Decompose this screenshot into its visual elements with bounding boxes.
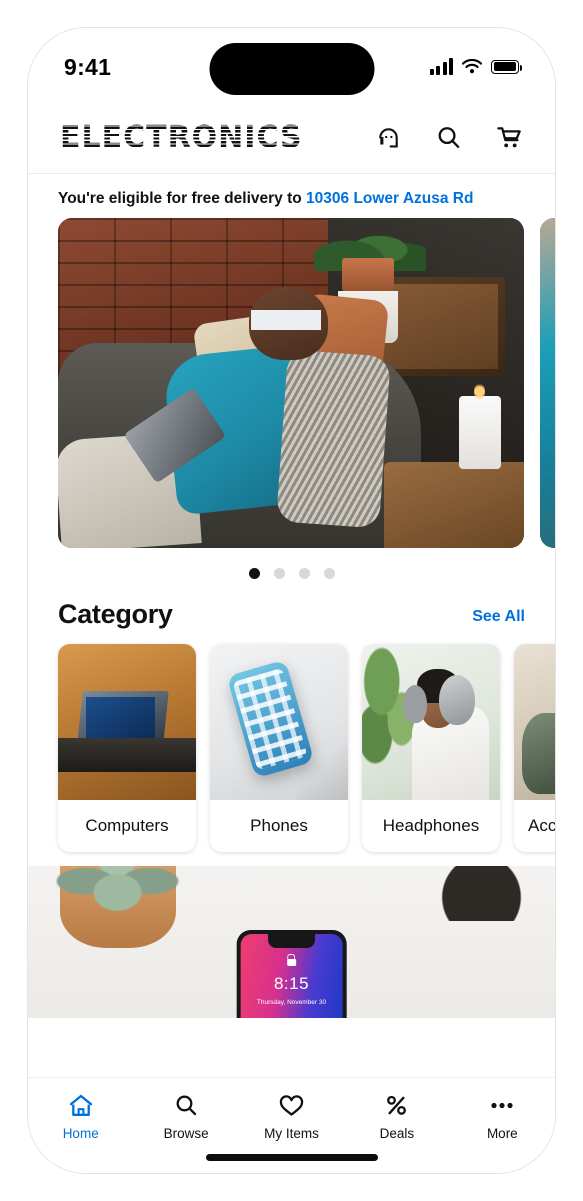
delivery-text: You're eligible for free delivery to [58,190,307,207]
promo-phone-screen: 8:15 Thursday, November 30 [240,933,343,1018]
tab-browse[interactable]: Browse [133,1092,238,1141]
tab-label: My Items [264,1126,319,1141]
search-icon [173,1092,199,1119]
category-card-accessories[interactable]: Accessories [514,644,555,852]
tab-label: Browse [163,1126,209,1141]
hero-slide-1[interactable] [58,218,524,548]
header-actions [373,123,523,153]
ellipsis-icon [488,1092,516,1119]
carousel-dots [28,548,555,585]
home-indicator[interactable] [205,1154,378,1161]
phones-thumbnail [210,644,348,800]
category-section-header: Category See All [28,585,555,644]
tab-label: More [486,1126,518,1141]
secondary-pot-shape [428,866,534,921]
succulent-shape [43,866,192,930]
promo-banner[interactable]: 8:15 Thursday, November 30 [28,866,555,1018]
battery-icon [491,59,523,74]
support-headset-icon[interactable] [373,123,403,153]
see-all-link[interactable]: See All [472,608,525,630]
accessories-thumbnail [514,644,555,800]
cart-icon[interactable] [493,123,523,153]
home-icon [68,1092,94,1119]
category-label: Computers [85,816,169,835]
promo-phone-mockup: 8:15 Thursday, November 30 [236,929,347,1018]
percent-icon [384,1092,409,1119]
category-label: Accessories [528,816,555,835]
carousel-dot-3[interactable] [298,568,310,579]
hero-track [58,218,555,548]
tab-my-items[interactable]: My Items [239,1092,344,1141]
brand-logo: ELECTRONICS [60,119,303,155]
category-label: Phones [250,816,308,835]
tab-home[interactable]: Home [28,1092,133,1141]
computers-thumbnail [58,644,196,800]
cellular-signal-icon [429,58,453,75]
carousel-dot-4[interactable] [323,568,335,579]
category-card-computers[interactable]: Computers [58,644,196,852]
promo-lock-date: Thursday, November 30 [256,999,327,1007]
phone-frame: 9:41 ELECTRONICS You're eligible for fre… [28,28,555,1173]
status-indicators [429,58,523,75]
hero-slide-2[interactable] [540,218,555,548]
category-card-headphones[interactable]: Headphones [362,644,500,852]
tab-label: Home [62,1126,99,1141]
phone-screen: 9:41 ELECTRONICS You're eligible for fre… [28,28,555,1173]
status-time: 9:41 [64,53,112,80]
delivery-banner: You're eligible for free delivery to 103… [28,174,555,218]
dynamic-island [209,43,374,95]
headphones-thumbnail [362,644,500,800]
wifi-icon [462,59,482,74]
hero-image-teal [540,218,555,548]
category-scroller[interactable]: Computers Phones Headphones Accessor [28,644,555,852]
status-bar: 9:41 [28,28,555,102]
search-icon[interactable] [433,123,463,153]
category-card-phones[interactable]: Phones [210,644,348,852]
tab-more[interactable]: More [450,1092,555,1141]
delivery-address-link[interactable]: 10306 Lower Azusa Rd [306,190,473,207]
promo-phone-notch [267,933,316,948]
tab-label: Deals [379,1126,415,1141]
hero-carousel[interactable] [28,218,555,548]
carousel-dot-2[interactable] [273,568,285,579]
lock-icon [287,959,296,967]
carousel-dot-1[interactable] [248,568,260,579]
hero-image-living-room [58,218,524,548]
promo-lock-time: 8:15 [273,973,310,993]
tab-deals[interactable]: Deals [344,1092,449,1141]
category-title: Category [58,599,173,629]
heart-icon [278,1092,305,1119]
category-label: Headphones [382,816,480,835]
app-header: ELECTRONICS [28,102,555,174]
